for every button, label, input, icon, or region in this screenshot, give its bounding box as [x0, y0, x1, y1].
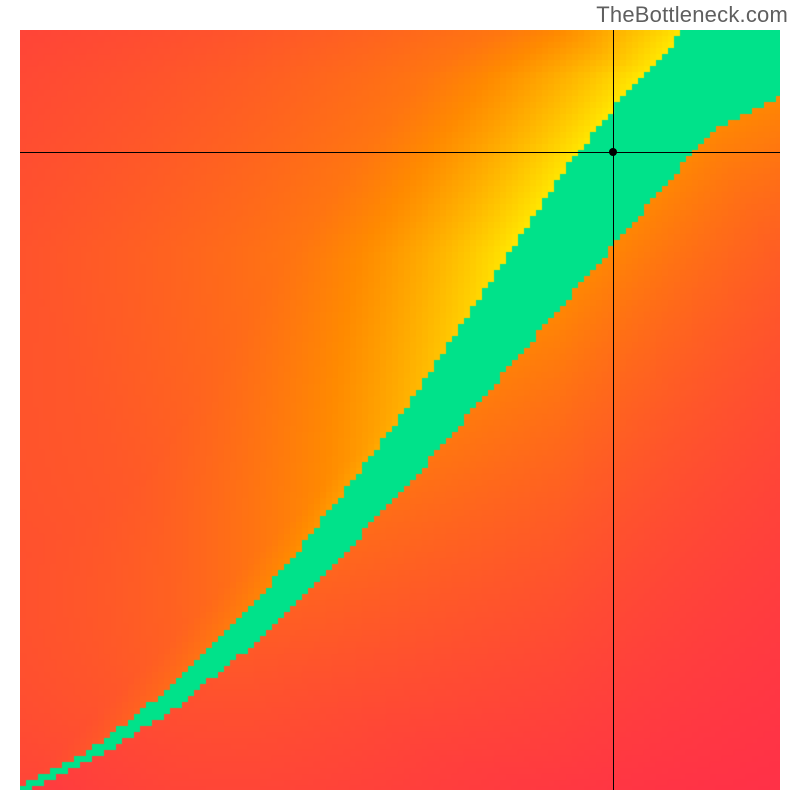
- heatmap-canvas: [20, 30, 780, 790]
- crosshair-horizontal: [20, 152, 780, 153]
- selection-marker: [609, 148, 617, 156]
- heatmap-plot: [20, 30, 780, 790]
- crosshair-vertical: [613, 30, 614, 790]
- watermark-text: TheBottleneck.com: [596, 2, 788, 28]
- chart-container: TheBottleneck.com: [0, 0, 800, 800]
